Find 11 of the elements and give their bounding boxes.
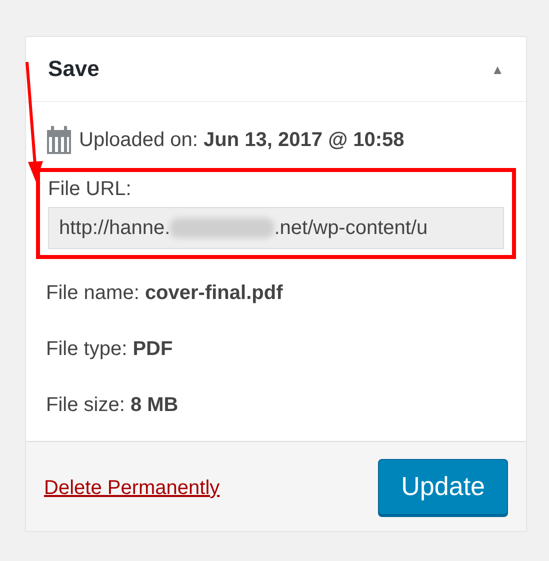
file-detail: File type: PDF	[46, 338, 173, 360]
delete-link[interactable]: Delete Permanently	[44, 477, 220, 500]
update-button[interactable]: Update	[378, 458, 508, 514]
collapse-toggle[interactable]: ▲	[491, 62, 504, 76]
calendar-icon	[46, 125, 72, 155]
panel-title: Save	[48, 56, 100, 82]
file-detail: File size: 8 MB	[46, 394, 178, 416]
upload-date: Uploaded on: Jun 13, 2017 @ 10:58	[79, 128, 404, 152]
file-url-label: File URL:	[48, 178, 132, 201]
file-url-field[interactable]: http://hanne. .net/wp-content/u	[48, 207, 504, 249]
file-detail: File name: cover-final.pdf	[46, 282, 283, 304]
